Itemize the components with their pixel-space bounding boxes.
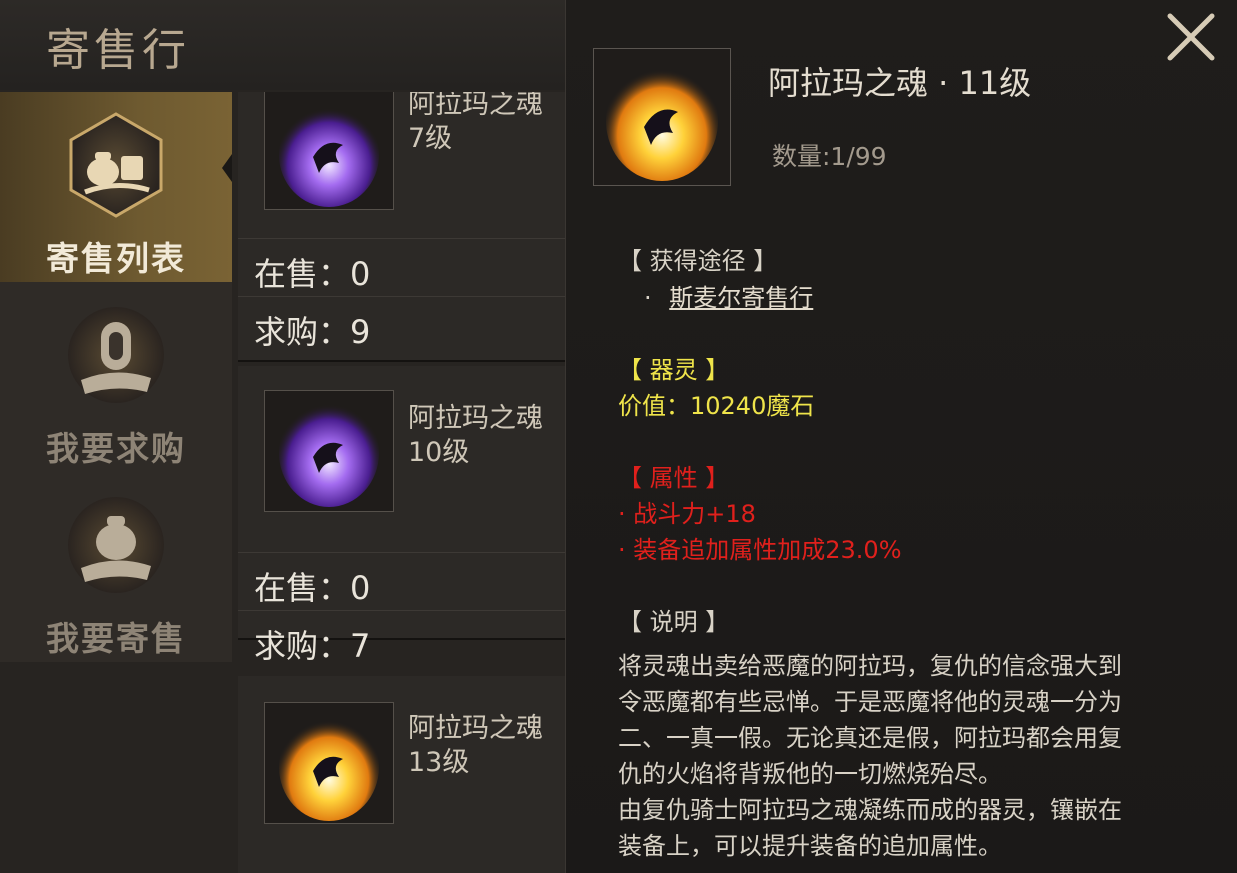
item-name-line2: 13级 xyxy=(408,747,470,778)
item-name-line1: 阿拉玛之魂 xyxy=(408,92,543,120)
tab-column: 寄售列表 我要求购 我要寄售 xyxy=(0,92,232,662)
description-line: 二、一真一假。无论真还是假，阿拉玛都会用复 xyxy=(618,724,1122,752)
list-item[interactable]: 阿拉玛之魂 7级 在售：0 求购：9 xyxy=(238,92,565,362)
sell-item-icon xyxy=(68,497,164,593)
description-line: 令恶魔都有些忌惮。于是恶魔将他的灵魂一分为 xyxy=(618,688,1122,716)
tab-label: 我要求购 xyxy=(46,429,186,468)
item-list[interactable]: 阿拉玛之魂 7级 在售：0 求购：9 阿拉玛之魂 10级 在售：0 求购：7 阿… xyxy=(238,92,565,873)
description-line: 装备上，可以提升装备的追加属性。 xyxy=(618,832,1002,860)
item-thumbnail xyxy=(264,390,394,512)
wanted-row: 求购：9 xyxy=(238,296,565,355)
attribute-header: 【 属性 】 xyxy=(618,464,730,492)
on-sale-row: 在售：0 xyxy=(238,238,565,297)
item-name-line2: 7级 xyxy=(408,123,453,154)
source-link[interactable]: 斯麦尔寄售行 xyxy=(669,284,813,312)
close-icon[interactable] xyxy=(1164,10,1218,64)
list-item[interactable]: 阿拉玛之魂 10级 在售：0 求购：7 xyxy=(238,366,565,665)
gold-flame-icon xyxy=(606,61,718,181)
purple-flame-icon xyxy=(279,103,379,207)
page-title: 寄售行 xyxy=(46,25,190,76)
source-entry: · 斯麦尔寄售行 xyxy=(644,280,813,316)
source-bullet: · xyxy=(644,284,652,312)
list-item[interactable]: 阿拉玛之魂 13级 xyxy=(238,676,565,873)
tab-sell-item[interactable]: 我要寄售 xyxy=(0,472,232,662)
item-detail-panel: 阿拉玛之魂 · 11级 数量:1/99 【 获得途径 】 · 斯麦尔寄售行 【 … xyxy=(565,0,1237,873)
gold-flame-icon xyxy=(279,713,379,821)
tab-label: 我要寄售 xyxy=(46,619,186,658)
description-line: 由复仇骑士阿拉玛之魂凝练而成的器灵，镶嵌在 xyxy=(618,796,1122,824)
description-header: 【 说明 】 xyxy=(618,608,730,636)
detail-thumbnail xyxy=(593,48,731,186)
item-name-line1: 阿拉玛之魂 xyxy=(408,403,543,434)
attribute-bonus: · 装备追加属性加成23.0% xyxy=(618,536,902,564)
tab-consign-list[interactable]: 寄售列表 xyxy=(0,92,232,282)
wanted-count: 求购：9 xyxy=(254,313,371,351)
wanted-count: 求购：7 xyxy=(254,627,371,665)
title-bar: 寄售行 xyxy=(0,0,565,90)
tab-label: 寄售列表 xyxy=(46,239,186,278)
detail-quantity: 数量:1/99 xyxy=(772,142,887,171)
item-thumbnail xyxy=(264,92,394,210)
consignment-window: 寄售行 寄售列表 我要求购 我要寄售 阿拉玛之魂 7级 在售：0 求购：9 阿拉… xyxy=(0,0,565,873)
on-sale-count: 在售：0 xyxy=(254,569,371,607)
detail-item-name: 阿拉玛之魂 · 11级 xyxy=(768,64,1032,102)
attribute-combat-power: · 战斗力+18 xyxy=(618,500,756,528)
purple-flame-icon xyxy=(279,399,379,507)
on-sale-row: 在售：0 xyxy=(238,552,565,611)
spirit-header: 【 器灵 】 xyxy=(618,356,730,384)
item-name-line1: 阿拉玛之魂 xyxy=(408,713,543,744)
consign-list-icon xyxy=(69,112,163,218)
buy-request-icon xyxy=(68,307,164,403)
item-thumbnail xyxy=(264,702,394,824)
source-header: 【 获得途径 】 xyxy=(618,247,778,275)
tab-pointer xyxy=(222,154,232,182)
wanted-row: 求购：7 xyxy=(238,610,565,669)
description-line: 将灵魂出卖给恶魔的阿拉玛，复仇的信念强大到 xyxy=(618,652,1122,680)
item-name-line2: 10级 xyxy=(408,437,470,468)
description-line: 仇的火焰将背叛他的一切燃烧殆尽。 xyxy=(618,760,1002,788)
on-sale-count: 在售：0 xyxy=(254,255,371,293)
spirit-value: 价值：10240魔石 xyxy=(618,392,815,420)
tab-buy-request[interactable]: 我要求购 xyxy=(0,282,232,472)
description-text: 将灵魂出卖给恶魔的阿拉玛，复仇的信念强大到 令恶魔都有些忌惮。于是恶魔将他的灵魂… xyxy=(618,648,1218,864)
